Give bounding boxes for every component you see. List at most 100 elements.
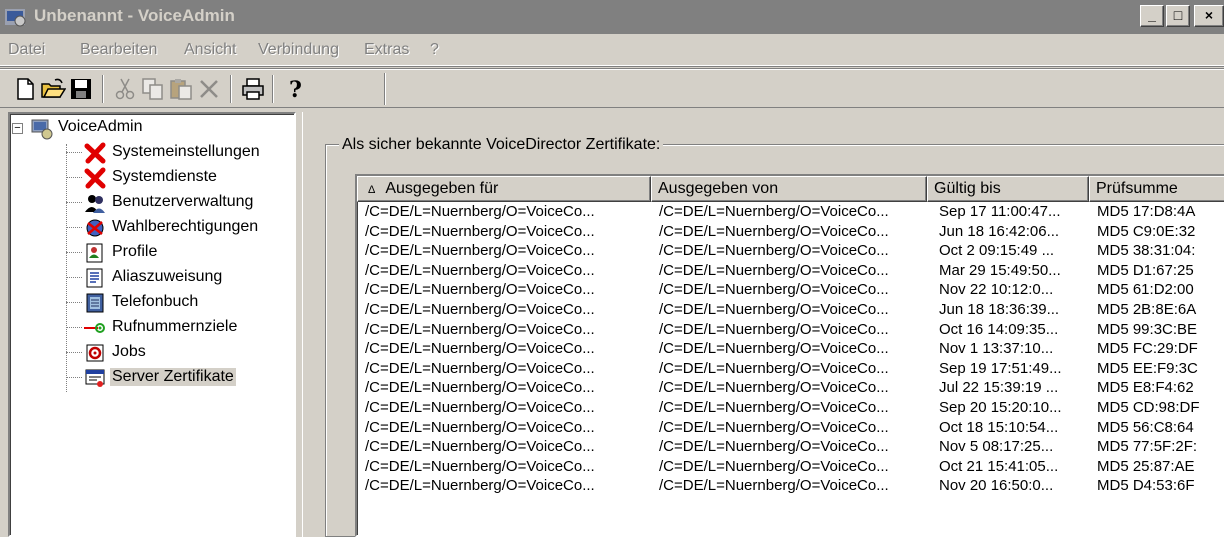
table-row[interactable]: /C=DE/L=Nuernberg/O=VoiceCo... /C=DE/L=Nu… bbox=[357, 360, 1224, 380]
menu-datei[interactable]: Datei bbox=[8, 41, 45, 59]
cell-issued-by: /C=DE/L=Nuernberg/O=VoiceCo... bbox=[659, 203, 889, 220]
cell-valid-until: Nov 1 13:37:10... bbox=[939, 340, 1054, 358]
table-row[interactable]: /C=DE/L=Nuernberg/O=VoiceCo... /C=DE/L=Nu… bbox=[357, 281, 1224, 301]
tree-item-label: Telefonbuch bbox=[112, 293, 199, 310]
maximize-button[interactable]: □ bbox=[1166, 5, 1190, 27]
cell-valid-until: Oct 21 15:41:05... bbox=[939, 457, 1059, 475]
table-row[interactable]: /C=DE/L=Nuernberg/O=VoiceCo... /C=DE/L=Nu… bbox=[357, 242, 1224, 262]
table-row[interactable]: /C=DE/L=Nuernberg/O=VoiceCo... /C=DE/L=Nu… bbox=[357, 321, 1224, 341]
table-row[interactable]: /C=DE/L=Nuernberg/O=VoiceCo... /C=DE/L=Nu… bbox=[357, 262, 1224, 282]
menu-verbindung[interactable]: Verbindung bbox=[258, 41, 339, 59]
column-header-gueltig-bis[interactable]: Gültig bis bbox=[927, 176, 1089, 202]
table-row[interactable]: /C=DE/L=Nuernberg/O=VoiceCo... /C=DE/L=Nu… bbox=[357, 419, 1224, 439]
table-row[interactable]: /C=DE/L=Nuernberg/O=VoiceCo... /C=DE/L=Nu… bbox=[357, 301, 1224, 321]
cell-issued-by: /C=DE/L=Nuernberg/O=VoiceCo... bbox=[659, 261, 889, 279]
menu-help[interactable]: ? bbox=[430, 41, 439, 59]
cell-issued-to: /C=DE/L=Nuernberg/O=VoiceCo... bbox=[365, 359, 595, 377]
cell-issued-by: /C=DE/L=Nuernberg/O=VoiceCo... bbox=[659, 477, 889, 495]
column-header-pruefsumme[interactable]: Prüfsumme bbox=[1089, 176, 1224, 202]
cut-icon[interactable] bbox=[112, 76, 138, 102]
cell-valid-until: Sep 17 11:00:47... bbox=[939, 203, 1061, 220]
table-row[interactable]: /C=DE/L=Nuernberg/O=VoiceCo... /C=DE/L=Nu… bbox=[357, 223, 1224, 243]
cell-valid-until: Nov 20 16:50:0... bbox=[939, 477, 1054, 495]
table-row[interactable]: /C=DE/L=Nuernberg/O=VoiceCo... /C=DE/L=Nu… bbox=[357, 399, 1224, 419]
toolbar-separator bbox=[102, 75, 104, 103]
title-bar[interactable]: Unbenannt - VoiceAdmin _ □ × bbox=[0, 0, 1224, 34]
save-icon[interactable] bbox=[68, 76, 94, 102]
phonebook-icon bbox=[86, 293, 104, 313]
cell-valid-until: Jul 22 15:39:19 ... bbox=[939, 379, 1059, 397]
cell-checksum: MD5 77:5F:2F: bbox=[1097, 438, 1198, 456]
cell-issued-to: /C=DE/L=Nuernberg/O=VoiceCo... bbox=[365, 222, 595, 240]
table-row[interactable]: /C=DE/L=Nuernberg/O=VoiceCo... /C=DE/L=Nu… bbox=[357, 458, 1224, 478]
cell-checksum: MD5 E8:F4:62 bbox=[1097, 379, 1194, 397]
cell-valid-until: Oct 16 14:09:35... bbox=[939, 320, 1059, 338]
cell-checksum: MD5 CD:98:DF bbox=[1097, 398, 1200, 416]
column-header-ausgegeben-von[interactable]: Ausgegeben von bbox=[651, 176, 927, 202]
cell-checksum: MD5 FC:29:DF bbox=[1097, 340, 1198, 358]
tree-root-label: VoiceAdmin bbox=[58, 118, 143, 135]
column-header-ausgegeben-fuer[interactable]: Δ Ausgegeben für bbox=[357, 176, 651, 202]
new-icon[interactable] bbox=[12, 76, 38, 102]
cell-issued-to: /C=DE/L=Nuernberg/O=VoiceCo... bbox=[365, 418, 595, 436]
cell-valid-until: Nov 22 10:12:0... bbox=[939, 281, 1054, 299]
cell-checksum: MD5 38:31:04: bbox=[1097, 242, 1196, 260]
cell-checksum: MD5 2B:8E:6A bbox=[1097, 300, 1197, 318]
cell-issued-to: /C=DE/L=Nuernberg/O=VoiceCo... bbox=[365, 379, 595, 397]
help-icon[interactable]: ? bbox=[282, 76, 308, 102]
tree-item-label: Jobs bbox=[112, 343, 146, 360]
tree-guide-line bbox=[66, 144, 67, 392]
certificate-icon bbox=[85, 369, 105, 387]
table-row[interactable]: /C=DE/L=Nuernberg/O=VoiceCo... /C=DE/L=Nu… bbox=[357, 477, 1224, 497]
cell-checksum: MD5 99:3C:BE bbox=[1097, 320, 1198, 338]
cell-issued-by: /C=DE/L=Nuernberg/O=VoiceCo... bbox=[659, 418, 889, 436]
column-label: Ausgegeben von bbox=[658, 180, 779, 197]
cell-checksum: MD5 25:87:AE bbox=[1097, 457, 1195, 475]
cell-issued-to: /C=DE/L=Nuernberg/O=VoiceCo... bbox=[365, 438, 595, 456]
open-icon[interactable] bbox=[40, 76, 66, 102]
menu-bar: Datei Bearbeiten Ansicht Verbindung Extr… bbox=[0, 34, 1224, 66]
navigation-tree[interactable]: − VoiceAdmin Systemeinstellungen Systemd… bbox=[8, 112, 296, 537]
close-button[interactable]: × bbox=[1194, 5, 1224, 27]
tree-item-label: Profile bbox=[112, 243, 158, 260]
tree-item-label: Server Zertifikate bbox=[110, 368, 236, 386]
profile-icon bbox=[86, 243, 103, 263]
jobs-icon bbox=[86, 344, 104, 362]
menu-ansicht[interactable]: Ansicht bbox=[184, 41, 236, 59]
cell-issued-by: /C=DE/L=Nuernberg/O=VoiceCo... bbox=[659, 242, 889, 260]
voiceadmin-root-icon bbox=[31, 119, 53, 140]
window-title: Unbenannt - VoiceAdmin bbox=[34, 6, 235, 25]
alias-icon bbox=[86, 268, 103, 288]
toolbar-separator bbox=[272, 75, 274, 103]
cell-valid-until: Jun 18 18:36:39... bbox=[939, 300, 1060, 318]
red-x-icon bbox=[84, 142, 106, 164]
cell-valid-until: Sep 19 17:51:49... bbox=[939, 359, 1062, 377]
list-body: /C=DE/L=Nuernberg/O=VoiceCo.../C=DE/L=Nu… bbox=[357, 203, 1224, 497]
cell-valid-until: Nov 5 08:17:25... bbox=[939, 438, 1054, 456]
cell-issued-to: /C=DE/L=Nuernberg/O=VoiceCo... bbox=[365, 242, 595, 260]
tree-collapse-toggle[interactable]: − bbox=[12, 123, 23, 134]
column-label: Ausgegeben für bbox=[385, 180, 499, 197]
copy-icon[interactable] bbox=[140, 76, 166, 102]
delete-icon[interactable] bbox=[196, 76, 222, 102]
cell-checksum: MD5 61:D2:00 bbox=[1097, 281, 1194, 299]
menu-extras[interactable]: Extras bbox=[364, 41, 409, 59]
certificates-group-label: Als sicher bekannte VoiceDirector Zertif… bbox=[339, 136, 664, 154]
column-label: Gültig bis bbox=[934, 180, 1001, 197]
cell-issued-to: /C=DE/L=Nuernberg/O=VoiceCo... bbox=[365, 203, 595, 220]
table-row[interactable]: /C=DE/L=Nuernberg/O=VoiceCo... /C=DE/L=Nu… bbox=[357, 340, 1224, 360]
cell-issued-to: /C=DE/L=Nuernberg/O=VoiceCo... bbox=[365, 320, 595, 338]
print-icon[interactable] bbox=[240, 76, 266, 102]
menu-bearbeiten[interactable]: Bearbeiten bbox=[80, 41, 157, 59]
certificates-list[interactable]: Δ Ausgegeben für Ausgegeben von Gültig bi… bbox=[355, 174, 1224, 537]
cell-issued-by: /C=DE/L=Nuernberg/O=VoiceCo... bbox=[659, 457, 889, 475]
paste-icon[interactable] bbox=[168, 76, 194, 102]
table-row[interactable]: /C=DE/L=Nuernberg/O=VoiceCo... /C=DE/L=Nu… bbox=[357, 438, 1224, 458]
minimize-button[interactable]: _ bbox=[1140, 5, 1164, 27]
table-row[interactable]: /C=DE/L=Nuernberg/O=VoiceCo... /C=DE/L=Nu… bbox=[357, 203, 1224, 223]
cell-issued-to: /C=DE/L=Nuernberg/O=VoiceCo... bbox=[365, 300, 595, 318]
cell-checksum: MD5 17:D8:4A bbox=[1097, 203, 1196, 220]
users-icon bbox=[85, 195, 105, 213]
cell-checksum: MD5 EE:F9:3C bbox=[1097, 359, 1198, 377]
table-row[interactable]: /C=DE/L=Nuernberg/O=VoiceCo... /C=DE/L=Nu… bbox=[357, 379, 1224, 399]
